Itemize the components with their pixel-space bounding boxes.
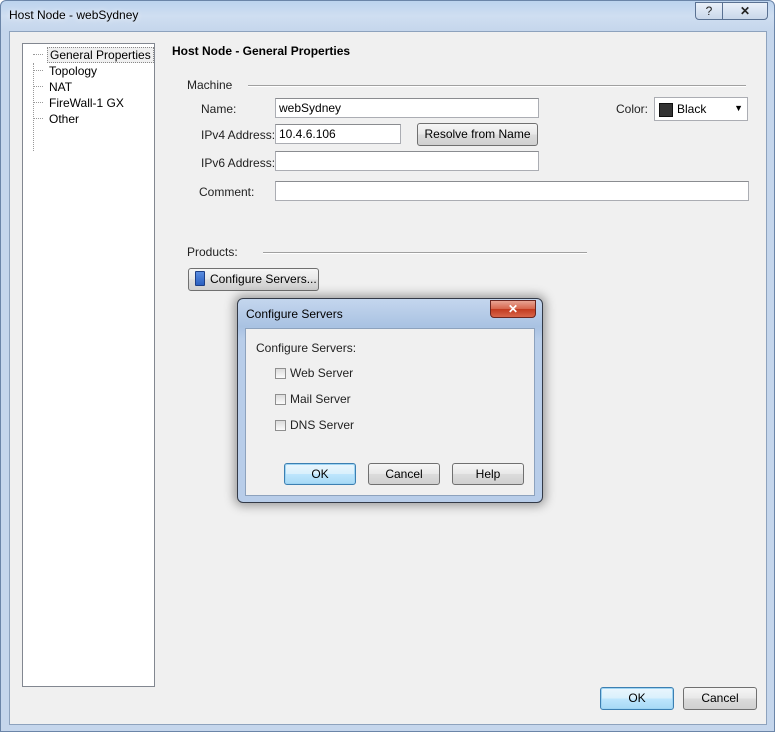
color-label: Color: <box>616 102 649 116</box>
dialog-cancel-button[interactable]: Cancel <box>368 463 440 485</box>
ok-button[interactable]: OK <box>600 687 674 710</box>
help-icon[interactable]: ? <box>695 2 723 20</box>
color-swatch <box>659 103 673 117</box>
web-server-checkbox[interactable]: Web Server <box>275 366 353 380</box>
ipv6-input[interactable] <box>275 151 539 171</box>
dialog-title: Configure Servers <box>246 307 343 321</box>
server-icon <box>195 271 205 286</box>
color-value: Black <box>677 102 707 116</box>
products-section-label: Products: <box>187 245 238 259</box>
dialog-client-area: Configure Servers: Web Server Mail Serve… <box>245 328 535 496</box>
chevron-down-icon: ▼ <box>734 103 743 113</box>
machine-section-label: Machine <box>187 78 233 92</box>
checkbox-box[interactable] <box>275 368 286 379</box>
configure-servers-dialog: Configure Servers ✕ Configure Servers: W… <box>237 298 543 503</box>
comment-input[interactable] <box>275 181 749 201</box>
products-divider <box>263 252 587 254</box>
ipv4-label: IPv4 Address: <box>201 128 276 142</box>
dns-server-checkbox[interactable]: DNS Server <box>275 418 354 432</box>
category-tree: General Properties Topology NAT FireWall… <box>22 43 155 687</box>
tree-connector <box>33 63 34 151</box>
machine-divider <box>248 85 746 87</box>
dialog-help-button[interactable]: Help <box>452 463 524 485</box>
mail-server-checkbox[interactable]: Mail Server <box>275 392 351 406</box>
ipv4-input[interactable]: 10.4.6.106 <box>275 124 401 144</box>
cancel-button[interactable]: Cancel <box>683 687 757 710</box>
checkbox-box[interactable] <box>275 394 286 405</box>
dialog-group-label: Configure Servers: <box>256 341 357 355</box>
color-select[interactable]: Black ▼ <box>654 97 748 121</box>
dialog-ok-button[interactable]: OK <box>284 463 356 485</box>
dialog-close-icon[interactable]: ✕ <box>490 300 536 318</box>
window-title: Host Node - webSydney <box>9 8 139 22</box>
name-label: Name: <box>201 102 237 116</box>
comment-label: Comment: <box>199 185 255 199</box>
name-input[interactable]: webSydney <box>275 98 539 118</box>
close-icon[interactable]: ✕ <box>722 2 768 20</box>
configure-servers-button[interactable]: Configure Servers... <box>188 268 319 291</box>
resolve-from-name-button[interactable]: Resolve from Name <box>417 123 538 146</box>
ipv6-label: IPv6 Address: <box>201 156 276 170</box>
window-titlebar[interactable]: Host Node - webSydney ? ✕ <box>1 1 774 31</box>
checkbox-box[interactable] <box>275 420 286 431</box>
page-title: Host Node - General Properties <box>172 44 351 58</box>
